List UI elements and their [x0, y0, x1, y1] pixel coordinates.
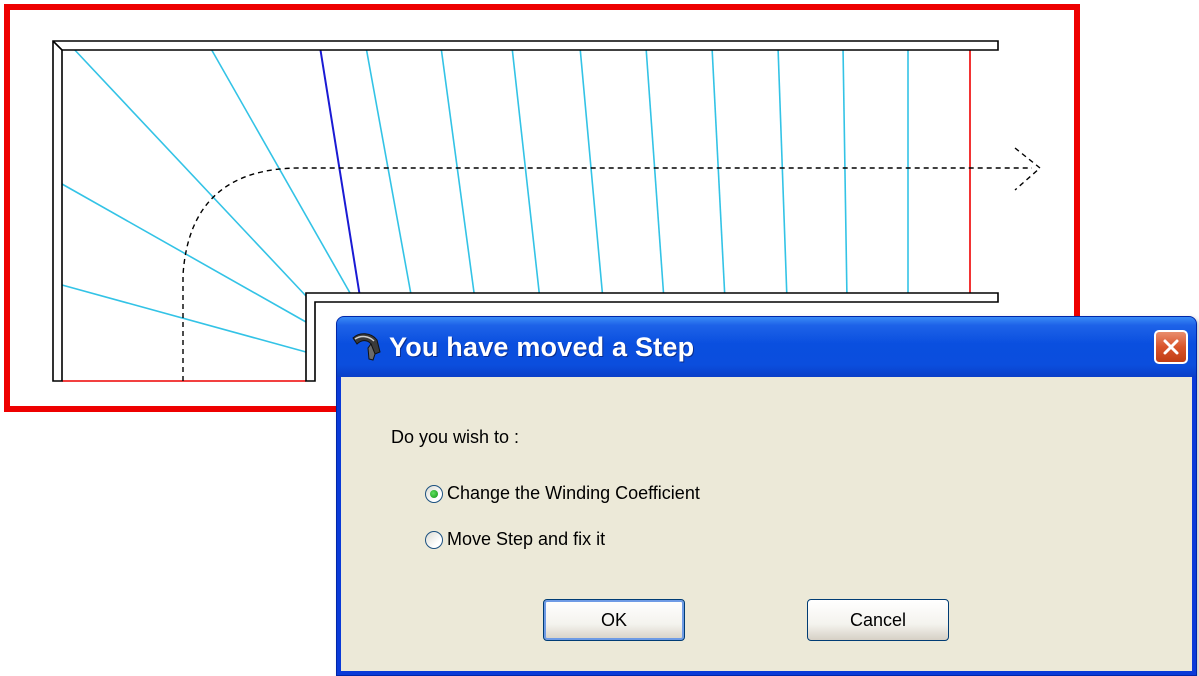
cancel-button[interactable]: Cancel — [807, 599, 949, 641]
ok-button[interactable]: OK — [543, 599, 685, 641]
winder-step — [209, 46, 355, 301]
prompt-label: Do you wish to : — [391, 427, 520, 447]
option-change-winding-coefficient[interactable]: Change the Winding Coefficient — [425, 483, 700, 504]
winder-step — [61, 183, 307, 323]
option-label[interactable]: Change the Winding Coefficient — [447, 483, 700, 504]
move-step-dialog: You have moved a Step Do you wish to : C… — [336, 316, 1197, 676]
stair-app-icon — [352, 333, 381, 361]
walking-line-arrowhead — [1014, 147, 1042, 191]
dialog-title: You have moved a Step — [389, 331, 695, 362]
dialog-titlebar[interactable]: You have moved a Step — [337, 317, 1196, 377]
stair-step — [842, 46, 848, 301]
option-label[interactable]: Move Step and fix it — [447, 529, 605, 550]
option-move-step-and-fix[interactable]: Move Step and fix it — [425, 529, 605, 550]
radio-button-selected[interactable] — [425, 484, 443, 503]
stair-step — [440, 46, 476, 301]
close-icon — [1163, 339, 1179, 355]
stair-step — [511, 46, 541, 301]
selected-step — [319, 46, 361, 298]
stair-step — [645, 46, 665, 301]
winder-step — [71, 46, 307, 297]
stair-step — [365, 46, 413, 301]
dialog-body: Do you wish to : Change the Winding Coef… — [341, 377, 1192, 671]
stair-step — [777, 46, 788, 301]
winder-step — [61, 284, 307, 353]
radio-button[interactable] — [425, 530, 443, 549]
stair-step — [579, 46, 604, 301]
stair-step — [711, 46, 726, 301]
close-button[interactable] — [1154, 330, 1188, 364]
